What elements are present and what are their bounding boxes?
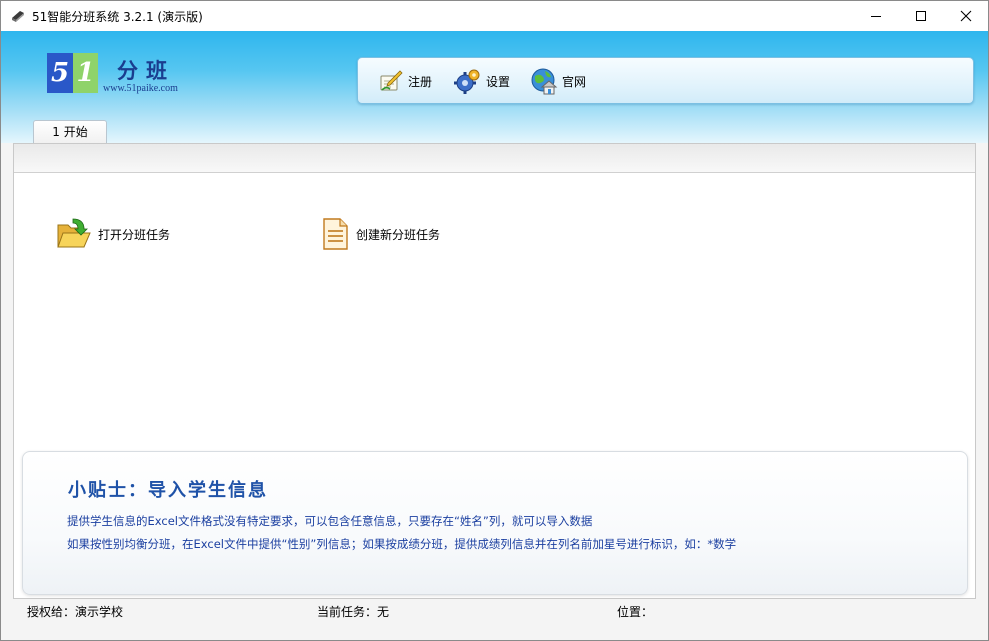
toolbar: 注册 设置 xyxy=(357,57,974,104)
panel-header-band xyxy=(14,144,975,173)
register-label: 注册 xyxy=(408,73,432,90)
maximize-button[interactable] xyxy=(898,1,944,31)
open-folder-icon xyxy=(56,217,92,251)
open-task-button[interactable]: 打开分班任务 xyxy=(56,216,170,252)
create-task-button[interactable]: 创建新分班任务 xyxy=(320,216,440,252)
tips-line: 提供学生信息的Excel文件格式没有特定要求，可以包含任意信息，只要存在“姓名”… xyxy=(67,513,592,529)
logo-text: 分班 xyxy=(117,55,175,85)
settings-button[interactable]: 设置 xyxy=(454,66,510,96)
window-title: 51智能分班系统 3.2.1 (演示版) xyxy=(32,8,203,25)
tips-title: 小贴士：导入学生信息 xyxy=(68,476,268,502)
open-task-label: 打开分班任务 xyxy=(98,226,170,243)
register-icon xyxy=(378,68,404,94)
register-button[interactable]: 注册 xyxy=(378,66,432,96)
app-window: 51智能分班系统 3.2.1 (演示版) 5 1 分班 www.51paike.… xyxy=(0,0,989,641)
app-icon xyxy=(10,9,26,23)
tips-line: 如果按性别均衡分班，在Excel文件中提供“性别”列信息；如果按成绩分班，提供成… xyxy=(67,536,736,552)
minimize-icon xyxy=(870,10,882,22)
website-button[interactable]: 官网 xyxy=(530,66,586,96)
logo-url: www.51paike.com xyxy=(103,83,178,94)
content-panel: 打开分班任务 创建新分班任务 小贴士：导入学生信息 提供学生信息的Excel文件… xyxy=(13,143,976,599)
logo-digit-five: 5 xyxy=(47,53,73,93)
gear-icon xyxy=(454,67,482,95)
status-position: 位置： xyxy=(617,603,653,620)
status-current-task: 当前任务：无 xyxy=(317,603,389,620)
title-bar[interactable]: 51智能分班系统 3.2.1 (演示版) xyxy=(1,1,988,31)
status-authorized: 授权给：演示学校 xyxy=(27,603,123,620)
home-globe-icon xyxy=(530,67,558,95)
settings-label: 设置 xyxy=(486,73,510,90)
close-icon xyxy=(960,10,972,22)
status-bar: 授权给：演示学校 当前任务：无 位置： xyxy=(1,599,988,622)
create-task-label: 创建新分班任务 xyxy=(356,226,440,243)
logo-digit-one: 1 xyxy=(73,53,98,93)
header: 5 1 分班 www.51paike.com 注册 xyxy=(1,31,988,143)
maximize-icon xyxy=(915,10,927,22)
logo: 5 1 分班 www.51paike.com xyxy=(47,53,207,97)
website-label: 官网 xyxy=(562,73,586,90)
tab-start[interactable]: 1 开始 xyxy=(33,120,107,144)
tips-box: 小贴士：导入学生信息 提供学生信息的Excel文件格式没有特定要求，可以包含任意… xyxy=(22,451,968,595)
minimize-button[interactable] xyxy=(853,1,899,31)
close-button[interactable] xyxy=(943,1,989,31)
new-document-icon xyxy=(320,217,350,251)
